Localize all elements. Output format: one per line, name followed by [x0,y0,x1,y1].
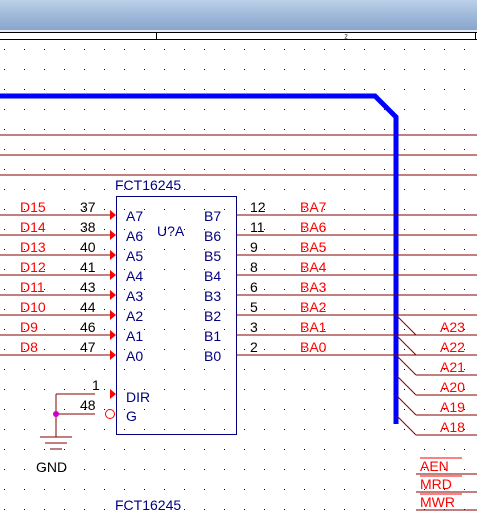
net-label[interactable]: BA6 [300,219,327,235]
pin-number: 43 [80,279,96,295]
pin-number: 46 [80,319,96,335]
pin-label: A3 [126,288,143,304]
pin-label: A0 [126,348,143,364]
pin-number: 5 [250,299,258,315]
net-label[interactable]: BA2 [300,299,327,315]
ruler: 2 [0,32,477,41]
net-label[interactable]: AEN [420,458,449,474]
pin-label: A6 [126,228,143,244]
pin-label: B5 [204,248,221,264]
pin-number: 41 [80,259,96,275]
net-label[interactable]: D15 [20,199,46,215]
pin-label: DIR [126,389,150,405]
net-label[interactable]: MWR [420,494,455,510]
pin-label: B0 [204,348,221,364]
net-label[interactable]: D14 [20,219,46,235]
net-label[interactable]: BA1 [300,319,327,335]
ground-label: GND [36,459,67,475]
pin-number: 40 [80,239,96,255]
pin-number: 1 [92,377,100,393]
net-label[interactable]: D11 [20,279,45,295]
net-label[interactable]: A20 [440,379,465,395]
pin-number: 37 [80,199,96,215]
pin-label: B2 [204,308,221,324]
net-label[interactable]: A23 [440,319,465,335]
title-bar-edge [0,30,477,32]
net-label[interactable]: A18 [440,419,465,435]
net-label[interactable]: A19 [440,399,465,415]
pin-number: 2 [250,339,258,355]
net-label[interactable]: BA7 [300,199,327,215]
pin-number: 8 [250,259,258,275]
pin-number: 44 [80,299,96,315]
net-label[interactable]: D13 [20,239,46,255]
junction-dot [53,411,59,417]
pin-label: A1 [126,328,143,344]
pin-label: A7 [126,208,143,224]
net-label[interactable]: BA4 [300,259,327,275]
pin-number: 48 [80,397,96,413]
net-label[interactable]: D8 [20,339,38,355]
pin-label: B7 [204,208,221,224]
inversion-bubble-icon [105,409,115,419]
pin-label: B4 [204,268,221,284]
pin-number: 9 [250,239,258,255]
net-label[interactable]: BA0 [300,339,327,355]
pin-label: A2 [126,308,143,324]
pin-number: 12 [250,199,266,215]
net-label[interactable]: A22 [440,339,465,355]
pin-label: B6 [204,228,221,244]
pin-label: A5 [126,248,143,264]
pin-number: 38 [80,219,96,235]
part-reference: U?A [157,223,185,239]
pin-label: B1 [204,328,221,344]
pin-number: 6 [250,279,258,295]
net-label[interactable]: MRD [420,476,452,492]
pin-label: A4 [126,268,143,284]
net-label[interactable]: BA5 [300,239,327,255]
pin-number: 11 [250,219,265,235]
net-label[interactable]: A21 [440,359,465,375]
net-label[interactable]: D9 [20,319,38,335]
net-label[interactable]: BA3 [300,279,327,295]
pin-number: 47 [80,339,96,355]
pin-label: B3 [204,288,221,304]
schematic-canvas[interactable]: 2 FCT16245 U?A D15 37A7D14 38A6D13 40A5D12 4… [0,0,477,515]
part2-name: FCT16245 [115,497,181,513]
net-label[interactable]: D12 [20,259,46,275]
title-bar [0,0,477,30]
part-name: FCT16245 [115,177,181,193]
pin-number: 3 [250,319,258,335]
net-label[interactable]: D10 [20,299,46,315]
pin-label: G [126,408,137,424]
